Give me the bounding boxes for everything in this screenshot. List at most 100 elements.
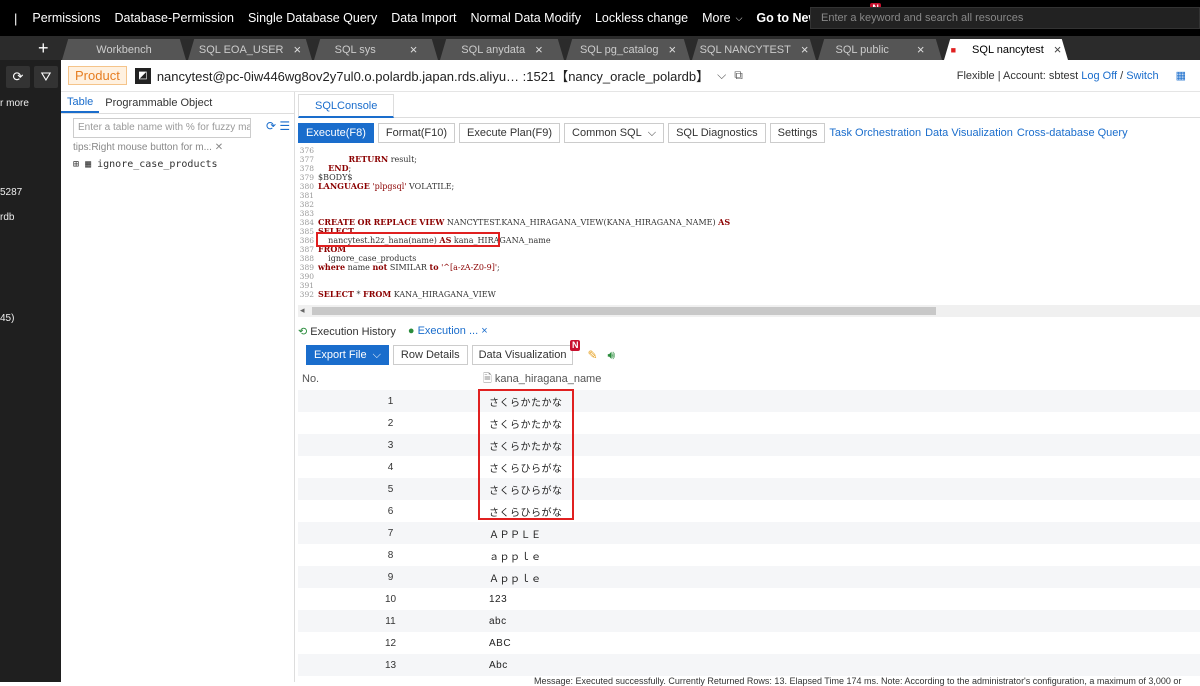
tab-sql-nancytest[interactable]: ■ SQL nancytest ×: [944, 39, 1068, 60]
menu-more[interactable]: More ⌵: [695, 11, 749, 25]
edit-icon[interactable]: ✎: [587, 348, 597, 362]
task-orchestration-link[interactable]: Task Orchestration: [829, 127, 921, 139]
common-sql-button[interactable]: Common SQL ⌵: [564, 123, 665, 143]
sql-editor[interactable]: 376 377 RETURN result; 378 END; 379 $BODY$ 38…: [298, 146, 1200, 302]
code-line[interactable]: 392 SELECT * FROM KANA_HIRAGANA_VIEW: [298, 290, 1200, 300]
scroll-thumb[interactable]: [312, 307, 936, 315]
grid-icon[interactable]: ▦: [1176, 69, 1186, 82]
code-line[interactable]: 381: [298, 191, 1200, 200]
table-row[interactable]: 5 さくらひらがな: [298, 478, 1200, 500]
scroll-left-icon[interactable]: ◂: [300, 305, 305, 316]
table-row[interactable]: 9 Ａｐｐｌｅ: [298, 566, 1200, 588]
table-row[interactable]: 13 Abc: [298, 654, 1200, 676]
code-line[interactable]: 377 RETURN result;: [298, 155, 1200, 165]
close-icon[interactable]: ×: [668, 42, 676, 57]
tab-execution-result[interactable]: ● Execution ... ×: [408, 325, 488, 337]
table-row[interactable]: 7 ＡＰＰＬＥ: [298, 522, 1200, 544]
code-line[interactable]: 378 END;: [298, 164, 1200, 174]
close-icon[interactable]: ×: [481, 325, 487, 337]
chevron-down-icon[interactable]: ⌵: [717, 68, 726, 83]
close-icon[interactable]: ✕: [215, 142, 223, 153]
close-icon[interactable]: ×: [917, 42, 925, 57]
menu-permissions[interactable]: Permissions: [25, 11, 107, 25]
code-line[interactable]: 376: [298, 146, 1200, 155]
data-visualization-link[interactable]: Data Visualization: [925, 127, 1013, 139]
add-tab-icon[interactable]: +: [38, 38, 49, 59]
tab-sql-pg-catalog[interactable]: SQL pg_catalog ×: [566, 39, 690, 60]
tab-table[interactable]: Table: [61, 92, 100, 113]
cross-database-query-link[interactable]: Cross-database Query: [1017, 127, 1128, 139]
switch-link[interactable]: Switch: [1126, 70, 1158, 82]
settings-button[interactable]: Settings: [769, 123, 826, 143]
horizontal-scrollbar[interactable]: ◂: [298, 305, 1200, 317]
tree-item-table[interactable]: ⊞ ▦ ignore_case_products: [73, 159, 218, 170]
table-row[interactable]: 10 123: [298, 588, 1200, 610]
execute-plan-button[interactable]: Execute Plan(F9): [459, 123, 561, 143]
result-tabs: ⟲ Execution History ● Execution ... ×: [298, 323, 488, 339]
code-line[interactable]: 379 $BODY$: [298, 173, 1200, 182]
table-row[interactable]: 4 さくらひらがな: [298, 456, 1200, 478]
row-details-button[interactable]: Row Details: [392, 345, 468, 365]
cell-kana-hiragana-name[interactable]: Abc: [483, 660, 508, 671]
table-row[interactable]: 2 さくらかたかな: [298, 412, 1200, 434]
cell-kana-hiragana-name[interactable]: ａｐｐｌｅ: [483, 548, 542, 563]
export-file-button[interactable]: Export File ⌵: [306, 345, 389, 365]
code-line[interactable]: 390: [298, 272, 1200, 281]
filter-icon[interactable]: ⛛: [34, 66, 58, 88]
tab-sql-public[interactable]: SQL public ×: [818, 39, 942, 60]
format-button[interactable]: Format(F10): [377, 123, 456, 143]
logoff-link[interactable]: Log Off: [1081, 70, 1117, 82]
menu-single-database-query[interactable]: Single Database Query: [241, 11, 384, 25]
cell-kana-hiragana-name[interactable]: ABC: [483, 638, 511, 649]
close-icon[interactable]: ×: [535, 42, 543, 57]
sql-diagnostics-button[interactable]: SQL Diagnostics: [668, 123, 766, 143]
close-icon[interactable]: ×: [1054, 42, 1062, 57]
refresh-icon[interactable]: ⟳: [6, 66, 30, 88]
menu-lockless-change[interactable]: Lockless change: [588, 11, 695, 25]
line-number: 381: [299, 191, 314, 200]
menu-normal-data-modify[interactable]: Normal Data Modify: [464, 11, 588, 25]
tab-sql-eoa-user[interactable]: SQL EOA_USER ×: [188, 39, 312, 60]
global-search-input[interactable]: Enter a keyword and search all resources: [810, 7, 1200, 29]
close-icon[interactable]: ×: [801, 42, 809, 57]
data-visualization-button[interactable]: Data Visualization N: [471, 340, 581, 365]
tab-workbench[interactable]: Workbench: [62, 39, 186, 60]
table-row[interactable]: 8 ａｐｐｌｅ: [298, 544, 1200, 566]
menu-separator: |: [14, 10, 18, 26]
table-row[interactable]: 3 さくらかたかな: [298, 434, 1200, 456]
cell-kana-hiragana-name[interactable]: abc: [483, 616, 507, 627]
code-line[interactable]: 380 LANGUAGE 'plpgsql' VOLATILE;: [298, 182, 1200, 192]
table-row[interactable]: 6 さくらひらがな: [298, 500, 1200, 522]
tab-execution-history[interactable]: ⟲ Execution History: [298, 325, 396, 338]
cell-kana-hiragana-name[interactable]: Ａｐｐｌｅ: [483, 570, 542, 585]
refresh-icon[interactable]: ⟳ ☰: [266, 119, 290, 133]
tab-sql-anydata[interactable]: SQL anydata ×: [440, 39, 564, 60]
code-line[interactable]: 389 where name not SIMILAR to '^[a-zA-Z0-…: [298, 263, 1200, 273]
expand-icon[interactable]: ⊞: [73, 159, 79, 170]
line-number: 382: [299, 200, 314, 209]
connection-info[interactable]: nancytest@pc-0iw446wg8ov2y7ul0.o.polardb…: [157, 66, 709, 85]
code-line[interactable]: 382: [298, 200, 1200, 209]
table-row[interactable]: 1 さくらかたかな: [298, 390, 1200, 412]
tab-sqlconsole[interactable]: SQLConsole: [298, 94, 395, 118]
table-row[interactable]: 11 abc: [298, 610, 1200, 632]
tab-sql-sys[interactable]: SQL sys ×: [314, 39, 438, 60]
table-search-input[interactable]: Enter a table name with % for fuzzy matc…: [73, 118, 251, 138]
tab-programmable-object[interactable]: Programmable Object: [99, 92, 218, 113]
execute-button[interactable]: Execute(F8): [298, 123, 374, 143]
table-row[interactable]: 12 ABC: [298, 632, 1200, 654]
code-line[interactable]: 384 CREATE OR REPLACE VIEW NANCYTEST.KANA…: [298, 218, 1200, 228]
copy-icon[interactable]: ⧉: [734, 68, 743, 83]
cell-kana-hiragana-name[interactable]: 123: [483, 594, 507, 605]
code-line[interactable]: 391: [298, 281, 1200, 290]
close-icon[interactable]: ×: [293, 42, 301, 57]
menu-data-import[interactable]: Data Import: [384, 11, 463, 25]
column-header-name[interactable]: 🗎︎ kana_hiragana_name: [483, 370, 601, 389]
close-icon[interactable]: ×: [410, 42, 418, 57]
menu-database-permission[interactable]: Database-Permission: [107, 11, 241, 25]
speaker-icon[interactable]: 🔊︎: [608, 348, 616, 363]
tab-sql-nancytest-upper[interactable]: SQL NANCYTEST ×: [692, 39, 816, 60]
column-header-no[interactable]: No.: [298, 373, 483, 385]
cell-kana-hiragana-name[interactable]: ＡＰＰＬＥ: [483, 526, 542, 541]
sidebar-text: 5287: [0, 187, 23, 198]
